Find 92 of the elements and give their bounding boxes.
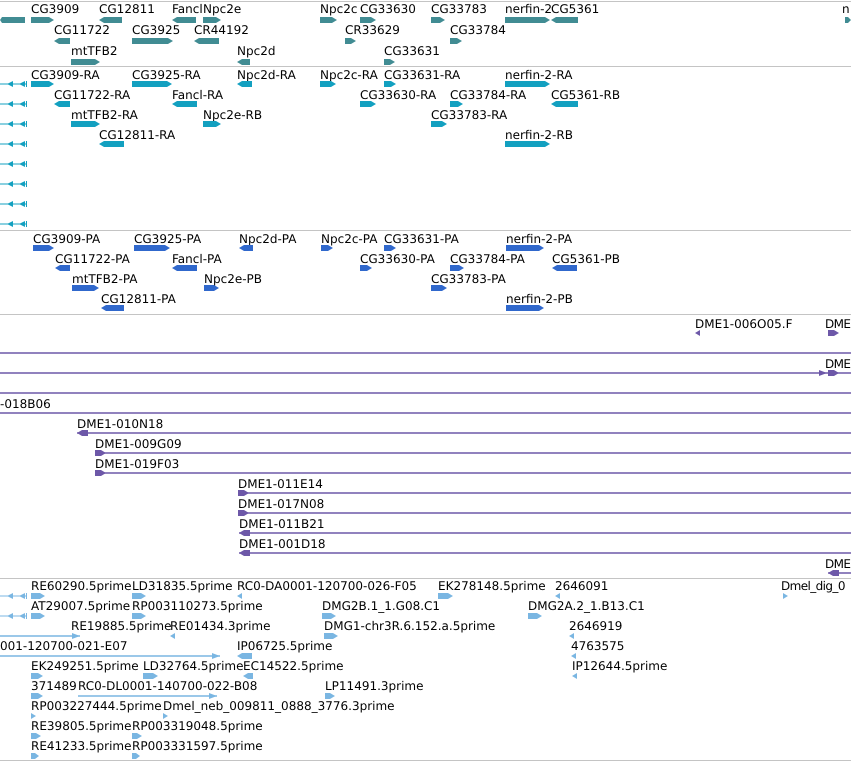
feature-label: Fancl-PA — [172, 252, 222, 266]
feature-label: CG33630-RA — [360, 88, 436, 102]
feature-label: CG12811 — [99, 2, 155, 16]
feature-label: CG3925-RA — [132, 68, 201, 82]
feature-label: Npc2d-PA — [239, 232, 296, 246]
feature-label: DME1-006O05.F — [695, 317, 792, 331]
feature-label: RP003319048.5prime — [132, 719, 263, 733]
feature-label: RP003227444.5prime — [31, 699, 162, 713]
feature-label: EK249251.5prime — [31, 659, 139, 673]
feature-label: Fancl — [172, 2, 203, 16]
feature-label: CG11722 — [54, 23, 110, 37]
feature-label: CG33784 — [450, 23, 506, 37]
feature-label: CG5361-PB — [552, 252, 620, 266]
feature-label: CG33630 — [360, 2, 416, 16]
feature-label: Npc2d-RA — [237, 68, 296, 82]
feature-label: CR33629 — [345, 23, 400, 37]
feature-label: 371489 — [31, 679, 77, 693]
feature-label: CG3909 — [31, 2, 80, 16]
feature-label: CG33783 — [431, 2, 487, 16]
feature-label: Npc2d — [237, 44, 276, 58]
feature-label: nerfin-2-PA — [506, 232, 572, 246]
feature-label: mtTFB2-RA — [71, 108, 138, 122]
feature-label: DME1-011E14 — [238, 477, 323, 491]
feature-label: EK278148.5prime — [438, 579, 546, 593]
feature-label: RE19885.5prime — [71, 619, 172, 633]
feature-label: LP11491.3prime — [325, 679, 424, 693]
feature-label: EC14522.5prime — [243, 659, 344, 673]
feature-label: RE60290.5prime — [31, 579, 132, 593]
feature-label: mtTFB2 — [71, 44, 118, 58]
feature-label: RP003110273.5prime — [132, 599, 263, 613]
feature-label: CG3925 — [132, 23, 180, 37]
feature-label: CG33631-PA — [384, 232, 459, 246]
feature-label: AT29007.5prime — [31, 599, 130, 613]
feature-label: DME — [825, 317, 850, 331]
feature-label: DME1-009G09 — [95, 437, 182, 451]
feature-label: DME1-011B21 — [239, 517, 325, 531]
feature-label: CG12811-RA — [99, 128, 176, 142]
feature-label: CG33783-PA — [431, 272, 506, 286]
feature-label: DME — [825, 557, 850, 571]
feature-label: CG3909-PA — [33, 232, 100, 246]
feature-label: nerfin-2-RB — [505, 128, 573, 142]
feature-label: nerfin-2 — [505, 2, 552, 16]
feature-label: CG11722-RA — [54, 88, 130, 102]
feature-label: n — [842, 2, 850, 16]
feature-label: -018B06 — [0, 397, 51, 411]
feature-label: Npc2e — [203, 2, 242, 16]
feature-label: Npc2e-RB — [203, 108, 262, 122]
feature-label: RE39805.5prime — [31, 719, 132, 733]
feature-label: 2646091 — [555, 579, 608, 593]
feature-label: Npc2c-PA — [321, 232, 378, 246]
feature-label: Fancl-RA — [172, 88, 224, 102]
feature-label: mtTFB2-PA — [72, 272, 138, 286]
feature-label: 4763575 — [571, 639, 624, 653]
feature-label: CG33631 — [384, 44, 440, 58]
feature-label: Npc2c — [320, 2, 358, 16]
feature-label: CG33784-PA — [450, 252, 525, 266]
feature-label: LD31835.5prime — [132, 579, 233, 593]
feature-label: nerfin-2-RA — [505, 68, 572, 82]
feature-label: DMG1-chr3R.6.152.a.5prime — [324, 619, 496, 633]
feature-label: CG33783-RA — [431, 108, 508, 122]
feature-label: IP06725.5prime — [237, 639, 332, 653]
feature-label: CG11722-PA — [55, 252, 130, 266]
feature-label: DMG2A.2_1.B13.C1 — [528, 599, 645, 613]
feature-label: IP12644.5prime — [572, 659, 668, 673]
feature-label: DME1-010N18 — [77, 417, 164, 431]
feature-label: RC0-DL0001-140700-022-B08 — [78, 679, 258, 693]
feature-label: nerfin-2-PB — [506, 292, 573, 306]
feature-label: 2646919 — [569, 619, 622, 633]
feature-label: Dmel_neb_009811_0888_3776.3prime — [163, 699, 395, 713]
feature-label: CG5361 — [551, 2, 600, 16]
feature-label: CG3909-RA — [31, 68, 100, 82]
feature-label: DME1-017N08 — [238, 497, 324, 511]
feature-label: DMG2B.1_1.G08.C1 — [322, 599, 440, 613]
feature-label: DME1-001D18 — [239, 537, 326, 551]
feature-label: CG5361-RB — [551, 88, 620, 102]
feature-label: Dmel_dig_0 — [781, 579, 845, 593]
feature-label: CG12811-PA — [101, 292, 176, 306]
feature-label: Npc2e-PB — [204, 272, 262, 286]
feature-label: Npc2c-RA — [320, 68, 378, 82]
feature-label: RE41233.5prime — [31, 739, 132, 753]
feature-label: CG3925-PA — [134, 232, 202, 246]
feature-label: RE01434.3prime — [170, 619, 270, 633]
feature-label: CG33630-PA — [360, 252, 435, 266]
feature-label: CR44192 — [194, 23, 249, 37]
feature-label: CG33631-RA — [384, 68, 460, 82]
feature-label: 001-120700-021-E07 — [0, 639, 128, 653]
feature-label: CG33784-RA — [450, 88, 526, 102]
feature-label: DME — [825, 357, 850, 371]
feature-label: LD32764.5prime — [143, 659, 244, 673]
feature-label: DME1-019F03 — [95, 457, 180, 471]
feature-label: RC0-DA0001-120700-026-F05 — [237, 579, 417, 593]
feature-label: RP003331597.5prime — [132, 739, 263, 753]
